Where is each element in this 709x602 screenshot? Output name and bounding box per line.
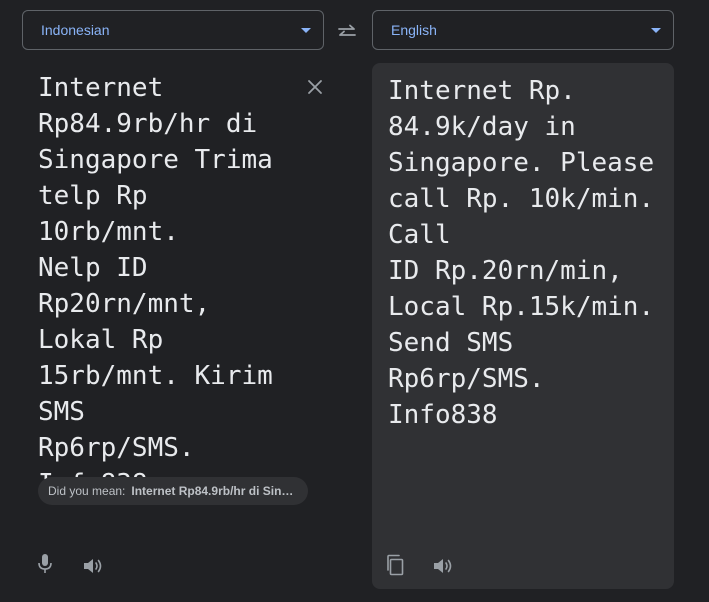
did-you-mean-text: Internet Rp84.9rb/hr di Singapore Terima… (131, 484, 298, 498)
source-panel: Internet Rp84.9rb/hr di Singapore Trima … (22, 62, 324, 590)
source-text-input[interactable]: Internet Rp84.9rb/hr di Singapore Trima … (38, 70, 278, 502)
did-you-mean-suggestion[interactable]: Did you mean: Internet Rp84.9rb/hr di Si… (38, 477, 308, 505)
listen-translation-button[interactable] (431, 554, 455, 578)
chevron-down-icon (651, 27, 661, 33)
swap-languages-button[interactable] (335, 20, 359, 44)
target-language-select[interactable]: English (372, 10, 674, 50)
translate-app: Indonesian English Internet Rp84.9rb/hr … (0, 0, 709, 602)
source-language-select[interactable]: Indonesian (22, 10, 324, 50)
clear-source-button[interactable] (304, 76, 326, 98)
copy-icon (387, 554, 404, 576)
source-language-label: Indonesian (41, 22, 110, 38)
speaker-icon (84, 559, 102, 573)
listen-source-button[interactable] (81, 554, 105, 578)
chevron-down-icon (301, 27, 311, 33)
copy-translation-button[interactable] (383, 553, 407, 577)
translation-output: Internet Rp. 84.9k/day in Singapore. Ple… (388, 76, 655, 430)
close-icon (308, 80, 322, 94)
microphone-button[interactable] (33, 552, 57, 576)
target-panel: Internet Rp. 84.9k/day in Singapore. Ple… (372, 63, 674, 589)
did-you-mean-prefix: Did you mean: (48, 484, 126, 498)
target-language-label: English (391, 22, 437, 38)
speaker-icon (434, 559, 452, 573)
microphone-icon (38, 554, 52, 573)
swap-arrows-icon (338, 24, 356, 36)
